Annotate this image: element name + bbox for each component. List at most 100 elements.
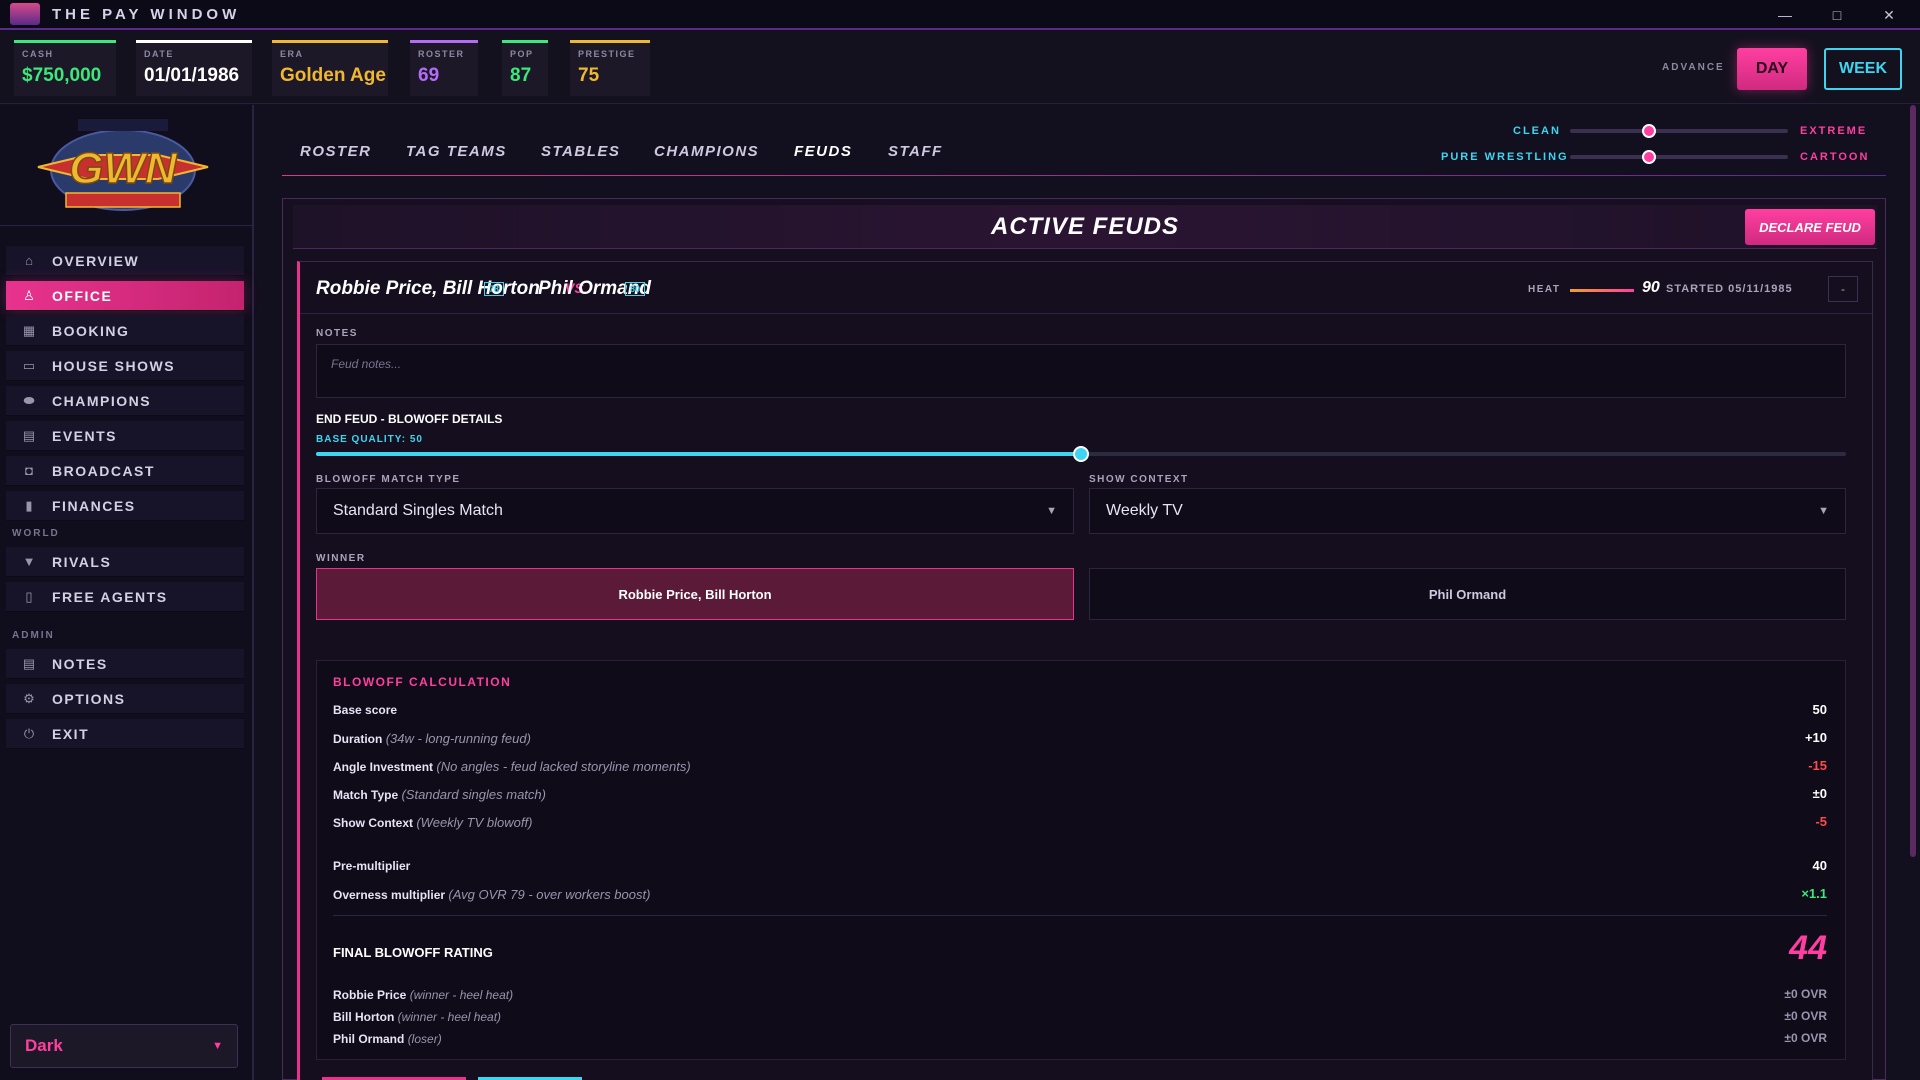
calc-desc: (34w - long-running feud) xyxy=(385,731,531,746)
theme-value: Dark xyxy=(25,1036,63,1055)
tab-feuds[interactable]: FEUDS xyxy=(794,143,852,160)
camera-icon: ◘ xyxy=(25,463,33,478)
calc-value: -15 xyxy=(1808,758,1827,773)
stat-label: CASH xyxy=(22,49,54,59)
sidebar-item-label: OVERVIEW xyxy=(52,252,140,269)
close-button[interactable]: ✕ xyxy=(1864,0,1914,30)
sidebar-item-events[interactable]: ▤ EVENTS xyxy=(6,421,244,451)
overness-value: ×1.1 xyxy=(1801,886,1827,901)
tab-underline xyxy=(282,175,1886,176)
match-type-select[interactable]: Standard Singles Match ▼ xyxy=(316,488,1074,534)
calc-row: Match Type (Standard singles match) ±0 xyxy=(333,785,1827,805)
participant-row: Bill Horton (winner - heel heat) ±0 OVR xyxy=(333,1009,1827,1027)
app-logo-icon xyxy=(10,3,40,25)
scrollbar[interactable] xyxy=(1910,105,1916,857)
calc-row: Angle Investment (No angles - feud lacke… xyxy=(333,757,1827,777)
base-quality-handle[interactable] xyxy=(1073,446,1089,462)
active-feuds-panel: ACTIVE FEUDS DECLARE FEUD Robbie Price, … xyxy=(282,198,1886,1080)
sidebar-item-rivals[interactable]: ▼ RIVALS xyxy=(6,547,244,577)
calc-key-text: Angle Investment xyxy=(333,760,434,774)
winner-option-b[interactable]: Phil Ormand xyxy=(1089,568,1846,620)
feud-notes-textarea[interactable]: Feud notes... xyxy=(316,344,1846,398)
pre-multiplier-label: Pre-multiplier xyxy=(333,859,411,873)
calc-key-text: Duration xyxy=(333,732,383,746)
declare-feud-button[interactable]: DECLARE FEUD xyxy=(1745,209,1875,245)
maximize-button[interactable]: □ xyxy=(1812,0,1862,30)
minimize-button[interactable]: — xyxy=(1760,0,1810,30)
advance-day-button[interactable]: DAY xyxy=(1737,48,1807,90)
notes-icon: ▤ xyxy=(22,655,36,671)
pre-multiplier-row: Pre-multiplier 40 xyxy=(333,857,1827,877)
tab-tag-teams[interactable]: TAG TEAMS xyxy=(406,143,507,160)
match-type-value: Standard Singles Match xyxy=(333,502,503,519)
heat-value: 90 xyxy=(1642,279,1660,296)
calc-key: Base score xyxy=(333,703,397,717)
sidebar-item-champions[interactable]: ⬬ CHAMPIONS xyxy=(6,386,244,416)
sidebar-item-booking[interactable]: ▦ BOOKING xyxy=(6,316,244,346)
stat-label: ROSTER xyxy=(418,49,465,59)
calc-row: Base score 50 xyxy=(333,701,1827,721)
stat-bar xyxy=(570,40,650,43)
title-bar: THE PAY WINDOW — □ ✕ xyxy=(0,0,1920,30)
stat-bar xyxy=(136,40,252,43)
pre-multiplier-value: 40 xyxy=(1812,858,1827,873)
advance-week-button[interactable]: WEEK xyxy=(1824,48,1902,90)
sidebar-item-label: CHAMPIONS xyxy=(52,392,152,409)
tab-roster[interactable]: ROSTER xyxy=(300,143,372,160)
show-context-select[interactable]: Weekly TV ▼ xyxy=(1089,488,1846,534)
calc-key: Match Type (Standard singles match) xyxy=(333,787,546,802)
sidebar-item-label: EXIT xyxy=(52,725,90,742)
participant-desc: (winner - heel heat) xyxy=(409,988,514,1002)
winner-option-a[interactable]: Robbie Price, Bill Horton xyxy=(316,568,1074,620)
wrestling-cartoon-slider[interactable] xyxy=(1570,150,1788,164)
logo-divider xyxy=(0,225,254,226)
show-context-value: Weekly TV xyxy=(1106,502,1183,519)
app-window: THE PAY WINDOW — □ ✕ CASH $750,000 DATE … xyxy=(0,0,1920,1080)
sidebar-item-label: RIVALS xyxy=(52,553,112,570)
calc-value: -5 xyxy=(1815,814,1827,829)
tab-stables[interactable]: STABLES xyxy=(541,143,620,160)
participant-name: Phil Ormand xyxy=(333,1032,405,1046)
stats-bar: CASH $750,000 DATE 01/01/1986 ERA Golden… xyxy=(0,32,1920,104)
final-rating-value: 44 xyxy=(1789,929,1827,967)
base-quality-slider[interactable] xyxy=(316,446,1846,462)
stat-value: $750,000 xyxy=(22,65,102,86)
sidebar-item-options[interactable]: ⚙ OPTIONS xyxy=(6,684,244,714)
belt-icon: ⬬ xyxy=(23,392,35,408)
sidebar-item-label: FREE AGENTS xyxy=(52,588,168,605)
sidebar-item-office[interactable]: ♙ OFFICE xyxy=(6,281,244,311)
participant-name: Bill Horton xyxy=(333,1010,395,1024)
stat-bar xyxy=(272,40,388,43)
tab-staff[interactable]: STAFF xyxy=(888,143,943,160)
slider-handle[interactable] xyxy=(1641,150,1656,164)
panel-title: ACTIVE FEUDS xyxy=(990,213,1179,240)
theme-select[interactable]: Dark ▼ xyxy=(10,1024,238,1068)
stat-prestige: PRESTIGE 75 xyxy=(570,40,650,96)
slider-right-label: CARTOON xyxy=(1800,151,1870,163)
show-context-label: SHOW CONTEXT xyxy=(1089,474,1189,485)
clean-extreme-slider[interactable] xyxy=(1570,124,1788,138)
sidebar-item-notes[interactable]: ▤ NOTES xyxy=(6,649,244,679)
stat-cash: CASH $750,000 xyxy=(14,40,116,96)
sidebar-item-exit[interactable]: ⏻ EXIT xyxy=(6,719,244,749)
side-b-ovr-badge: 80 xyxy=(625,282,646,296)
collapse-button[interactable]: - xyxy=(1828,276,1858,302)
sidebar-item-free-agents[interactable]: ▯ FREE AGENTS xyxy=(6,582,244,612)
calc-desc: (No angles - feud lacked storyline momen… xyxy=(436,759,691,774)
participant-key: Phil Ormand (loser) xyxy=(333,1032,442,1046)
tab-champions[interactable]: CHAMPIONS xyxy=(654,143,759,160)
panel-header: ACTIVE FEUDS DECLARE FEUD xyxy=(293,205,1877,249)
stat-value: 87 xyxy=(510,65,532,86)
chevron-down-icon: ▼ xyxy=(1818,505,1829,517)
sidebar-item-overview[interactable]: ⌂ OVERVIEW xyxy=(6,246,244,276)
sidebar-item-house-shows[interactable]: ▭ HOUSE SHOWS xyxy=(6,351,244,381)
side-a-ovr-badge: 78 xyxy=(484,282,505,296)
stat-roster: ROSTER 69 xyxy=(410,40,478,96)
sidebar-item-finances[interactable]: ▮ FINANCES xyxy=(6,491,244,521)
calc-key-text: Show Context xyxy=(333,816,413,830)
svg-text:GWN: GWN xyxy=(69,144,178,193)
sidebar-item-label: BOOKING xyxy=(52,322,130,339)
calc-desc: (Weekly TV blowoff) xyxy=(416,815,533,830)
sidebar-item-broadcast[interactable]: ◘ BROADCAST xyxy=(6,456,244,486)
slider-handle[interactable] xyxy=(1641,124,1656,138)
